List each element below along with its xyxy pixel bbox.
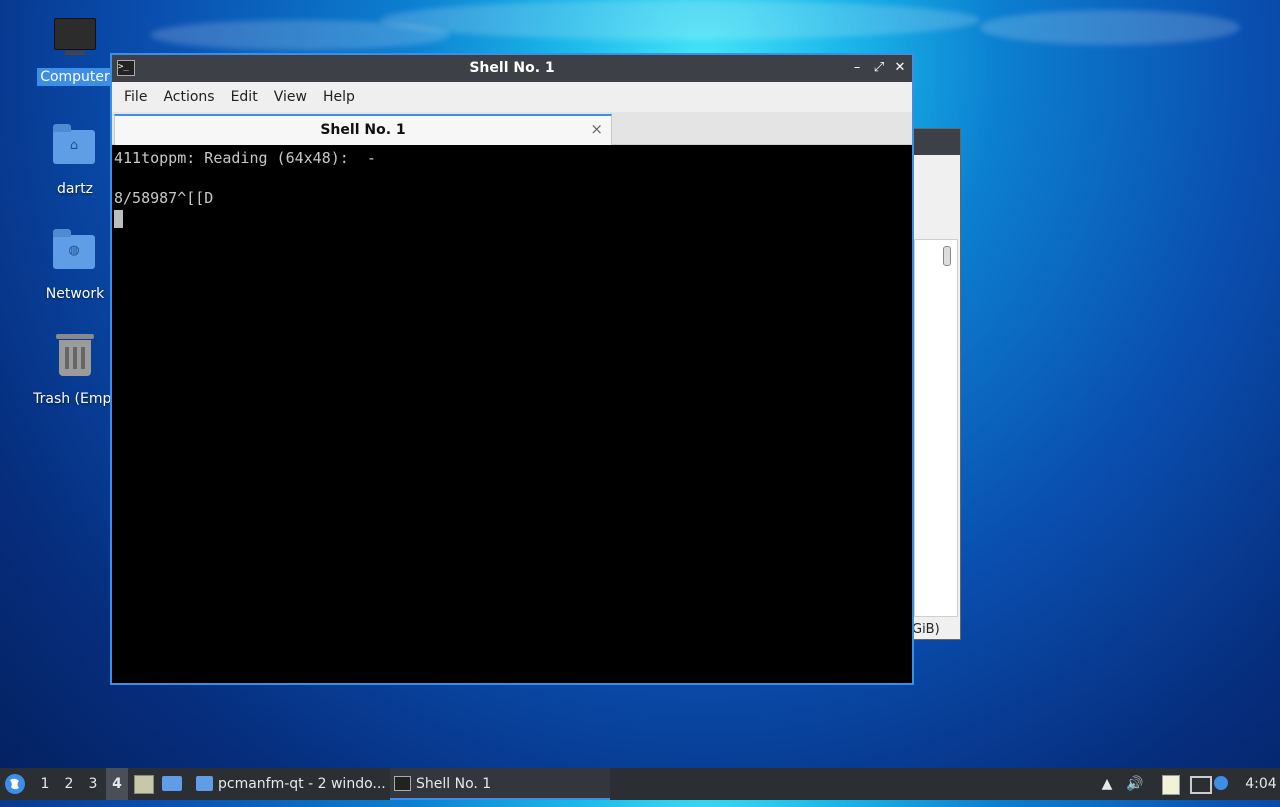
workspace-4[interactable]: 4 xyxy=(106,768,128,800)
terminal-cursor-line xyxy=(114,208,910,228)
folder-icon xyxy=(196,776,213,791)
desktop-icon-label: Trash (Empt xyxy=(33,391,117,407)
show-desktop-icon[interactable] xyxy=(134,768,156,800)
background-window-titlebar[interactable] xyxy=(912,129,960,155)
clipboard-icon[interactable] xyxy=(1162,768,1184,800)
menubar: File Actions Edit View Help xyxy=(112,82,912,112)
lxqt-logo-icon xyxy=(5,774,25,794)
tab-label: Shell No. 1 xyxy=(320,122,406,138)
terminal-icon xyxy=(394,776,411,791)
menu-actions[interactable]: Actions xyxy=(155,89,222,105)
menu-help[interactable]: Help xyxy=(315,89,363,105)
window-titlebar[interactable]: >_ Shell No. 1 – ⤢ ✕ xyxy=(112,55,912,82)
status-text: GiB) xyxy=(912,622,940,637)
network-folder-icon: ◍ xyxy=(53,229,97,279)
desktop-icon-computer[interactable]: Computer xyxy=(30,18,120,86)
tab-bar: Shell No. 1 × xyxy=(112,112,912,145)
network-status-icon[interactable] xyxy=(1190,768,1212,800)
clock[interactable]: 4:04 xyxy=(1244,768,1278,800)
file-manager-launcher-icon[interactable] xyxy=(162,768,184,800)
task-pcmanfm[interactable]: pcmanfm-qt - 2 windo... xyxy=(192,768,412,800)
background-window[interactable]: GiB) xyxy=(912,128,961,640)
terminal-cursor xyxy=(114,209,123,228)
task-label: pcmanfm-qt - 2 windo... xyxy=(218,776,386,792)
wallpaper-highlight xyxy=(150,20,450,50)
menu-view[interactable]: View xyxy=(266,89,315,105)
close-button[interactable]: ✕ xyxy=(891,59,909,77)
home-folder-icon: ⌂ xyxy=(53,124,97,174)
taskbar: 1 2 3 4 pcmanfm-qt - 2 windo... Shell No… xyxy=(0,768,1280,800)
trash-icon xyxy=(53,334,97,384)
menu-file[interactable]: File xyxy=(116,89,155,105)
wallpaper-highlight xyxy=(980,10,1240,45)
window-title: Shell No. 1 xyxy=(469,60,555,76)
maximize-button[interactable]: ⤢ xyxy=(870,59,888,77)
desktop-icon-label: Computer xyxy=(37,68,113,86)
tab-close-icon[interactable]: × xyxy=(590,120,603,138)
desktop-icon-label: dartz xyxy=(56,181,94,197)
workspace-2[interactable]: 2 xyxy=(58,768,80,800)
workspace-3[interactable]: 3 xyxy=(82,768,104,800)
menu-edit[interactable]: Edit xyxy=(223,89,266,105)
task-shell[interactable]: Shell No. 1 xyxy=(390,768,610,800)
wallpaper-highlight xyxy=(380,0,980,40)
workspace-1[interactable]: 1 xyxy=(34,768,56,800)
desktop-icon-home[interactable]: ⌂ dartz xyxy=(30,122,120,198)
terminal-line: 411toppm: Reading (64x48): - xyxy=(114,149,376,167)
tab-shell-1[interactable]: Shell No. 1 × xyxy=(114,114,612,145)
desktop-icon-label: Network xyxy=(45,286,105,302)
volume-icon[interactable]: 🔊 xyxy=(1124,768,1146,800)
removable-media-icon[interactable]: ▲ xyxy=(1096,768,1118,800)
terminal-line: 8/58987^[[D xyxy=(114,189,214,207)
terminal-output[interactable]: 411toppm: Reading (64x48): - 8/58987^[[D xyxy=(112,146,912,683)
desktop-icon-network[interactable]: ◍ Network xyxy=(30,227,120,303)
task-label: Shell No. 1 xyxy=(416,776,492,792)
desktop-icon-trash[interactable]: Trash (Empt xyxy=(30,332,120,408)
notification-icon[interactable] xyxy=(1214,768,1236,800)
start-menu-button[interactable] xyxy=(4,768,28,800)
terminal-window[interactable]: >_ Shell No. 1 – ⤢ ✕ File Actions Edit V… xyxy=(110,53,914,685)
minimize-button[interactable]: – xyxy=(848,59,866,77)
scrollbar[interactable] xyxy=(943,246,951,266)
computer-icon xyxy=(53,18,97,62)
background-window-panel xyxy=(914,239,958,617)
